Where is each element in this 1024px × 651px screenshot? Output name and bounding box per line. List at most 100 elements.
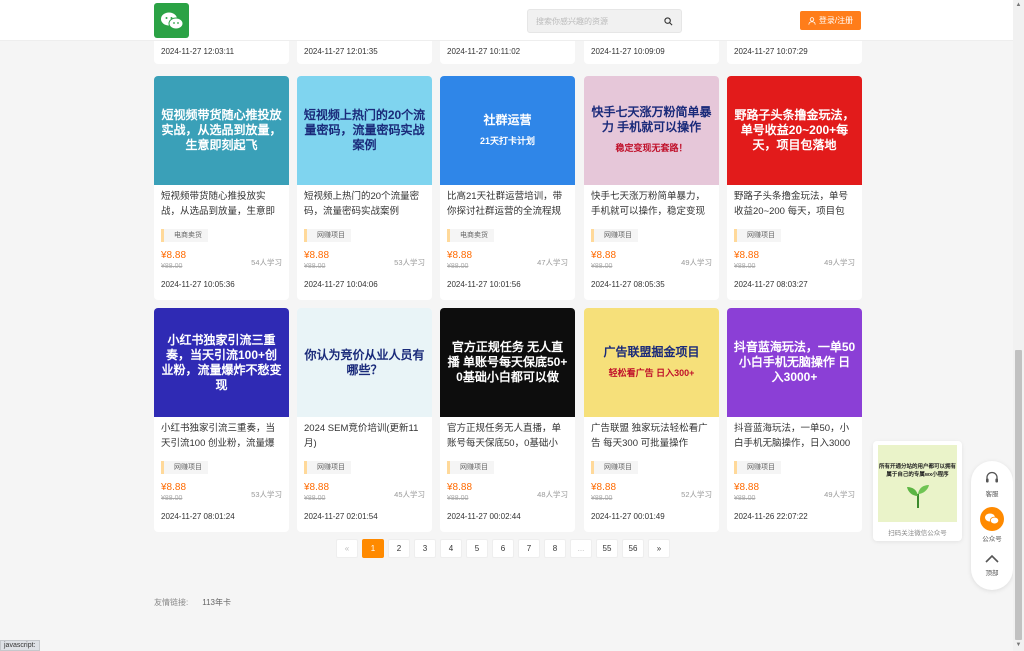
course-card[interactable]: 社群运营 21天打卡计划比高21天社群运营培训，带你探讨社群运营的全流程规电商卖货…: [440, 76, 575, 300]
course-card[interactable]: 广告联盟掘金项目 轻松看广告 日入300+ 广告联盟 独家玩法轻松看广告 每天300…: [584, 308, 719, 532]
page-8-button[interactable]: 8: [544, 539, 566, 558]
card-footer[interactable]: 2024-11-27 10:11:02: [440, 41, 575, 64]
page-3-button[interactable]: 3: [414, 539, 436, 558]
course-title[interactable]: 野路子头条撸金玩法，单号收益20~200 每天，项目包: [734, 190, 857, 220]
page-56-button[interactable]: 56: [622, 539, 644, 558]
friend-links: 友情链接: 113年卡: [154, 597, 231, 608]
category-tag[interactable]: 网赚项目: [161, 461, 208, 474]
thumbnail-caption: 广告联盟掘金项目: [603, 344, 700, 359]
page-scrollbar[interactable]: ▲ ▼: [1013, 0, 1024, 651]
wechat-logo-icon[interactable]: [154, 3, 189, 38]
course-title[interactable]: 快手七天涨万粉简单暴力，手机就可以操作，稳定变现: [591, 190, 714, 220]
course-thumbnail[interactable]: 快手七天涨万粉简单暴力 手机就可以操作 稳定变现无套路！: [584, 76, 719, 185]
back-to-top-button[interactable]: 顶部: [971, 551, 1013, 577]
scrollbar-thumb[interactable]: [1015, 350, 1022, 640]
publish-date: 2024-11-27 10:04:06: [304, 280, 378, 289]
card-footer[interactable]: 2024-11-27 12:01:35: [297, 41, 432, 64]
course-thumbnail[interactable]: 你认为竞价从业人员有哪些？: [297, 308, 432, 417]
course-card[interactable]: 快手七天涨万粉简单暴力 手机就可以操作 稳定变现无套路！ 快手七天涨万粉简单暴力，手…: [584, 76, 719, 300]
scroll-up-arrow-icon[interactable]: ▲: [1013, 0, 1024, 11]
card-footer[interactable]: 2024-11-27 10:07:29: [727, 41, 862, 64]
course-price: ¥8.88: [734, 482, 760, 493]
course-title[interactable]: 广告联盟 独家玩法轻松看广告 每天300 可批量操作: [591, 422, 714, 452]
thumbnail-caption: 官方正规任务 无人直播 单账号每天保底50+ 0基础小白都可以做: [447, 340, 568, 384]
back-to-top-label: 顶部: [985, 570, 999, 577]
site-header: 登录/注册: [0, 0, 1013, 41]
thumbnail-caption: 快手七天涨万粉简单暴力 手机就可以操作: [591, 105, 712, 134]
course-card[interactable]: 官方正规任务 无人直播 单账号每天保底50+ 0基础小白都可以做官方正规任务无人…: [440, 308, 575, 532]
category-tag[interactable]: 电商卖货: [447, 229, 494, 242]
course-thumbnail[interactable]: 官方正规任务 无人直播 单账号每天保底50+ 0基础小白都可以做: [440, 308, 575, 417]
friend-link[interactable]: 113年卡: [202, 598, 231, 607]
login-register-button[interactable]: 登录/注册: [800, 11, 861, 30]
category-tag[interactable]: 网赚项目: [304, 461, 351, 474]
category-tag[interactable]: 网赚项目: [734, 229, 781, 242]
course-thumbnail[interactable]: 广告联盟掘金项目 轻松看广告 日入300+: [584, 308, 719, 417]
page-7-button[interactable]: 7: [518, 539, 540, 558]
card-footer[interactable]: 2024-11-27 10:09:09: [584, 41, 719, 64]
search-button[interactable]: [655, 10, 681, 32]
course-price: ¥8.88: [304, 482, 330, 493]
learner-count: 53人学习: [394, 258, 425, 267]
prev-page-button[interactable]: «: [336, 539, 358, 558]
original-price: ¥88.00: [447, 495, 469, 502]
course-title[interactable]: 比高21天社群运营培训，带你探讨社群运营的全流程规: [447, 190, 570, 220]
page-4-button[interactable]: 4: [440, 539, 462, 558]
original-price: ¥88.00: [304, 263, 326, 270]
category-tag[interactable]: 网赚项目: [591, 461, 638, 474]
course-card[interactable]: 你认为竞价从业人员有哪些？ 2024 SEM竞价培训(更新11月) 网赚项目 ¥8.8…: [297, 308, 432, 532]
learner-count: 48人学习: [537, 490, 568, 499]
course-thumbnail[interactable]: 短视频带货随心推投放实战，从选品到放量，生意即刻起飞: [154, 76, 289, 185]
scroll-down-arrow-icon[interactable]: ▼: [1013, 640, 1024, 651]
category-tag[interactable]: 网赚项目: [304, 229, 351, 242]
page-2-button[interactable]: 2: [388, 539, 410, 558]
course-thumbnail[interactable]: 社群运营 21天打卡计划: [440, 76, 575, 185]
course-title[interactable]: 小红书独家引流三重奏，当天引流100 创业粉，流量爆: [161, 422, 284, 452]
learner-count: 53人学习: [251, 490, 282, 499]
course-thumbnail[interactable]: 短视频上热门的20个流量密码，流量密码实战案例: [297, 76, 432, 185]
course-title[interactable]: 抖音蓝海玩法，一单50，小白手机无脑操作，日入3000: [734, 422, 857, 452]
original-price: ¥88.00: [734, 495, 756, 502]
course-card[interactable]: 短视频上热门的20个流量密码，流量密码实战案例短视频上热门的20个流量密码，流量…: [297, 76, 432, 300]
course-card[interactable]: 小红书独家引流三重奏，当天引流100+创业粉，流量爆炸不愁变现小红书独家引流三重…: [154, 308, 289, 532]
page-1-button[interactable]: 1: [362, 539, 384, 558]
page-5-button[interactable]: 5: [466, 539, 488, 558]
course-thumbnail[interactable]: 野路子头条撸金玩法，单号收益20~200+每天，项目包落地: [727, 76, 862, 185]
page-6-button[interactable]: 6: [492, 539, 514, 558]
category-tag[interactable]: 网赚项目: [447, 461, 494, 474]
sprout-icon: [906, 485, 929, 508]
course-price: ¥8.88: [161, 482, 187, 493]
card-footer[interactable]: 2024-11-27 12:03:11: [154, 41, 289, 64]
customer-service-button[interactable]: 客服: [971, 470, 1013, 498]
course-title[interactable]: 2024 SEM竞价培训(更新11月): [304, 422, 427, 452]
course-thumbnail[interactable]: 抖音蓝海玩法，一单50 小白手机无脑操作 日入3000+: [727, 308, 862, 417]
publish-date: 2024-11-27 00:01:49: [591, 512, 665, 521]
qr-code-image: 所有开通分站的用户都可以拥有属于自己的专属wx小程序: [878, 445, 957, 522]
course-card[interactable]: 野路子头条撸金玩法，单号收益20~200+每天，项目包落地野路子头条撸金玩法，单…: [727, 76, 862, 300]
next-page-button[interactable]: »: [648, 539, 670, 558]
course-card[interactable]: 抖音蓝海玩法，一单50 小白手机无脑操作 日入3000+ 抖音蓝海玩法，一单50，…: [727, 308, 862, 532]
category-tag[interactable]: 网赚项目: [734, 461, 781, 474]
course-title[interactable]: 短视频带货随心推投放实战，从选品到放量，生意即: [161, 190, 284, 220]
category-tag[interactable]: 电商卖货: [161, 229, 208, 242]
search-input[interactable]: [528, 10, 653, 32]
course-card[interactable]: 短视频带货随心推投放实战，从选品到放量，生意即刻起飞短视频带货随心推投放实战，从…: [154, 76, 289, 300]
card-date: 2024-11-27 12:03:11: [161, 47, 235, 56]
official-account-button[interactable]: 公众号: [971, 507, 1013, 543]
learner-count: 49人学习: [681, 258, 712, 267]
course-thumbnail[interactable]: 小红书独家引流三重奏，当天引流100+创业粉，流量爆炸不愁变现: [154, 308, 289, 417]
course-title[interactable]: 短视频上热门的20个流量密码，流量密码实战案例: [304, 190, 427, 220]
original-price: ¥88.00: [161, 495, 183, 502]
card-date: 2024-11-27 10:09:09: [591, 47, 665, 56]
publish-date: 2024-11-27 08:05:35: [591, 280, 665, 289]
category-tag[interactable]: 网赚项目: [591, 229, 638, 242]
page-55-button[interactable]: 55: [596, 539, 618, 558]
thumbnail-caption: 你认为竞价从业人员有哪些？: [304, 347, 425, 377]
official-account-label: 公众号: [982, 536, 1002, 543]
publish-date: 2024-11-27 00:02:44: [447, 512, 521, 521]
login-label: 登录/注册: [818, 16, 854, 25]
chevron-up-icon: [985, 554, 999, 563]
learner-count: 49人学习: [824, 490, 855, 499]
headset-icon: [986, 471, 998, 483]
course-title[interactable]: 官方正规任务无人直播，单账号每天保底50，0基础小: [447, 422, 570, 452]
